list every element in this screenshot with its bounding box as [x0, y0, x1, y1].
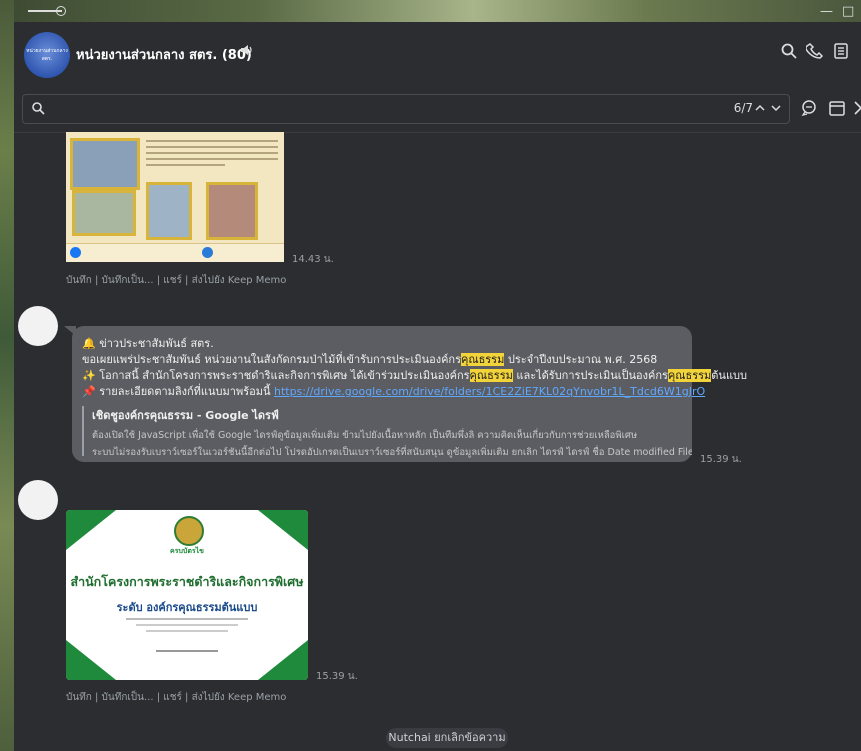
- system-notice: Nutchai ยกเลิกข้อความ: [386, 728, 508, 748]
- chat-title[interactable]: หน่วยงานส่วนกลาง สตร. (80): [76, 44, 252, 65]
- preview-description: ระบบไม่รองรับเบราว์เซอร์ในเวอร์ชันนี้อีก…: [92, 447, 692, 458]
- poster-footer: [66, 243, 284, 262]
- certificate-seal: [174, 516, 204, 546]
- link-preview[interactable]: เชิดชูองค์กรคุณธรรม - Google ไดรฟ์ ต้องเ…: [82, 406, 692, 458]
- certificate-corner: [258, 510, 308, 550]
- message-time: 15.39 น.: [700, 454, 742, 465]
- message-search-bar[interactable]: 6/7: [22, 94, 790, 124]
- poster-text-block: [146, 136, 278, 172]
- shared-image-activity-poster[interactable]: [66, 132, 284, 262]
- certificate-line: [136, 624, 238, 626]
- search-highlight: คุณธรรม: [469, 369, 513, 382]
- certificate-line: [146, 630, 228, 632]
- search-icon: [32, 102, 45, 115]
- sender-avatar[interactable]: [18, 480, 58, 520]
- certificate-corner: [66, 510, 116, 550]
- calendar-icon[interactable]: [828, 99, 846, 117]
- search-highlight-current: คุณธรรม: [667, 369, 712, 382]
- poster-photo: [206, 182, 258, 240]
- certificate-org: สำนักโครงการพระราชดำริและกิจการพิเศษ: [70, 574, 304, 589]
- image-actions[interactable]: บันทึก | บันทึกเป็น... | แชร์ | ส่งไปยัง…: [66, 273, 286, 288]
- message-bubble[interactable]: 🔔 ข่าวประชาสัมพันธ์ สตร. ขอเผยแพร่ประชาส…: [72, 326, 747, 462]
- search-highlight: คุณธรรม: [461, 353, 505, 366]
- avatar-label: หน่วยงานส่วนกลาง สตร.: [26, 48, 68, 62]
- poster-photo: [70, 138, 140, 190]
- menu-icon[interactable]: [832, 42, 850, 60]
- search-icon[interactable]: [780, 42, 798, 60]
- minimize-button[interactable]: —: [820, 4, 833, 19]
- certificate-corner: [258, 640, 308, 680]
- message-line: 📌 รายละเอียดตามลิงก์ที่แนบมาพร้อมนี้ htt…: [82, 385, 706, 398]
- drive-link[interactable]: https://drive.google.com/drive/folders/1…: [274, 385, 705, 398]
- sender-avatar[interactable]: [18, 306, 58, 346]
- preview-description: ต้องเปิดใช้ JavaScript เพื่อใช้ Google ไ…: [92, 430, 638, 441]
- desktop-wallpaper-top: [0, 0, 861, 22]
- chevron-down-icon[interactable]: [771, 103, 781, 113]
- poster-photo: [72, 190, 136, 236]
- certificate-corner: [66, 640, 116, 680]
- certificate-line: [126, 618, 248, 620]
- certificate-level: ระดับ องค์กรคุณธรรมต้นแบบ: [116, 601, 258, 614]
- chevron-up-icon[interactable]: [755, 103, 765, 113]
- chat-header: หน่วยงานส่วนกลาง สตร. หน่วยงานส่วนกลาง ส…: [14, 22, 861, 86]
- maximize-button[interactable]: □: [842, 4, 854, 19]
- image-actions[interactable]: บันทึก | บันทึกเป็น... | แชร์ | ส่งไปยัง…: [66, 690, 286, 705]
- preview-title: เชิดชูองค์กรคุณธรรม - Google ไดรฟ์: [92, 409, 279, 422]
- poster-photo: [146, 182, 192, 240]
- shared-image-certificate[interactable]: ครบบัตรไข สำนักโครงการพระราชดำริและกิจกา…: [66, 510, 308, 680]
- desktop-wallpaper-left: [0, 0, 14, 751]
- chat-bubble-icon[interactable]: [800, 99, 818, 117]
- certificate-heading: ครบบัตรไข: [170, 547, 204, 555]
- group-avatar[interactable]: หน่วยงานส่วนกลาง สตร.: [24, 32, 70, 78]
- close-icon[interactable]: [852, 99, 861, 117]
- phone-icon[interactable]: [806, 42, 824, 60]
- message-time: 15.39 น.: [316, 671, 358, 682]
- message-time: 14.43 น.: [292, 254, 334, 265]
- search-result-count: 6/7: [733, 101, 753, 115]
- certificate-signature: [156, 650, 218, 652]
- window-slider-handle[interactable]: [56, 6, 66, 16]
- speaker-icon: [241, 45, 252, 55]
